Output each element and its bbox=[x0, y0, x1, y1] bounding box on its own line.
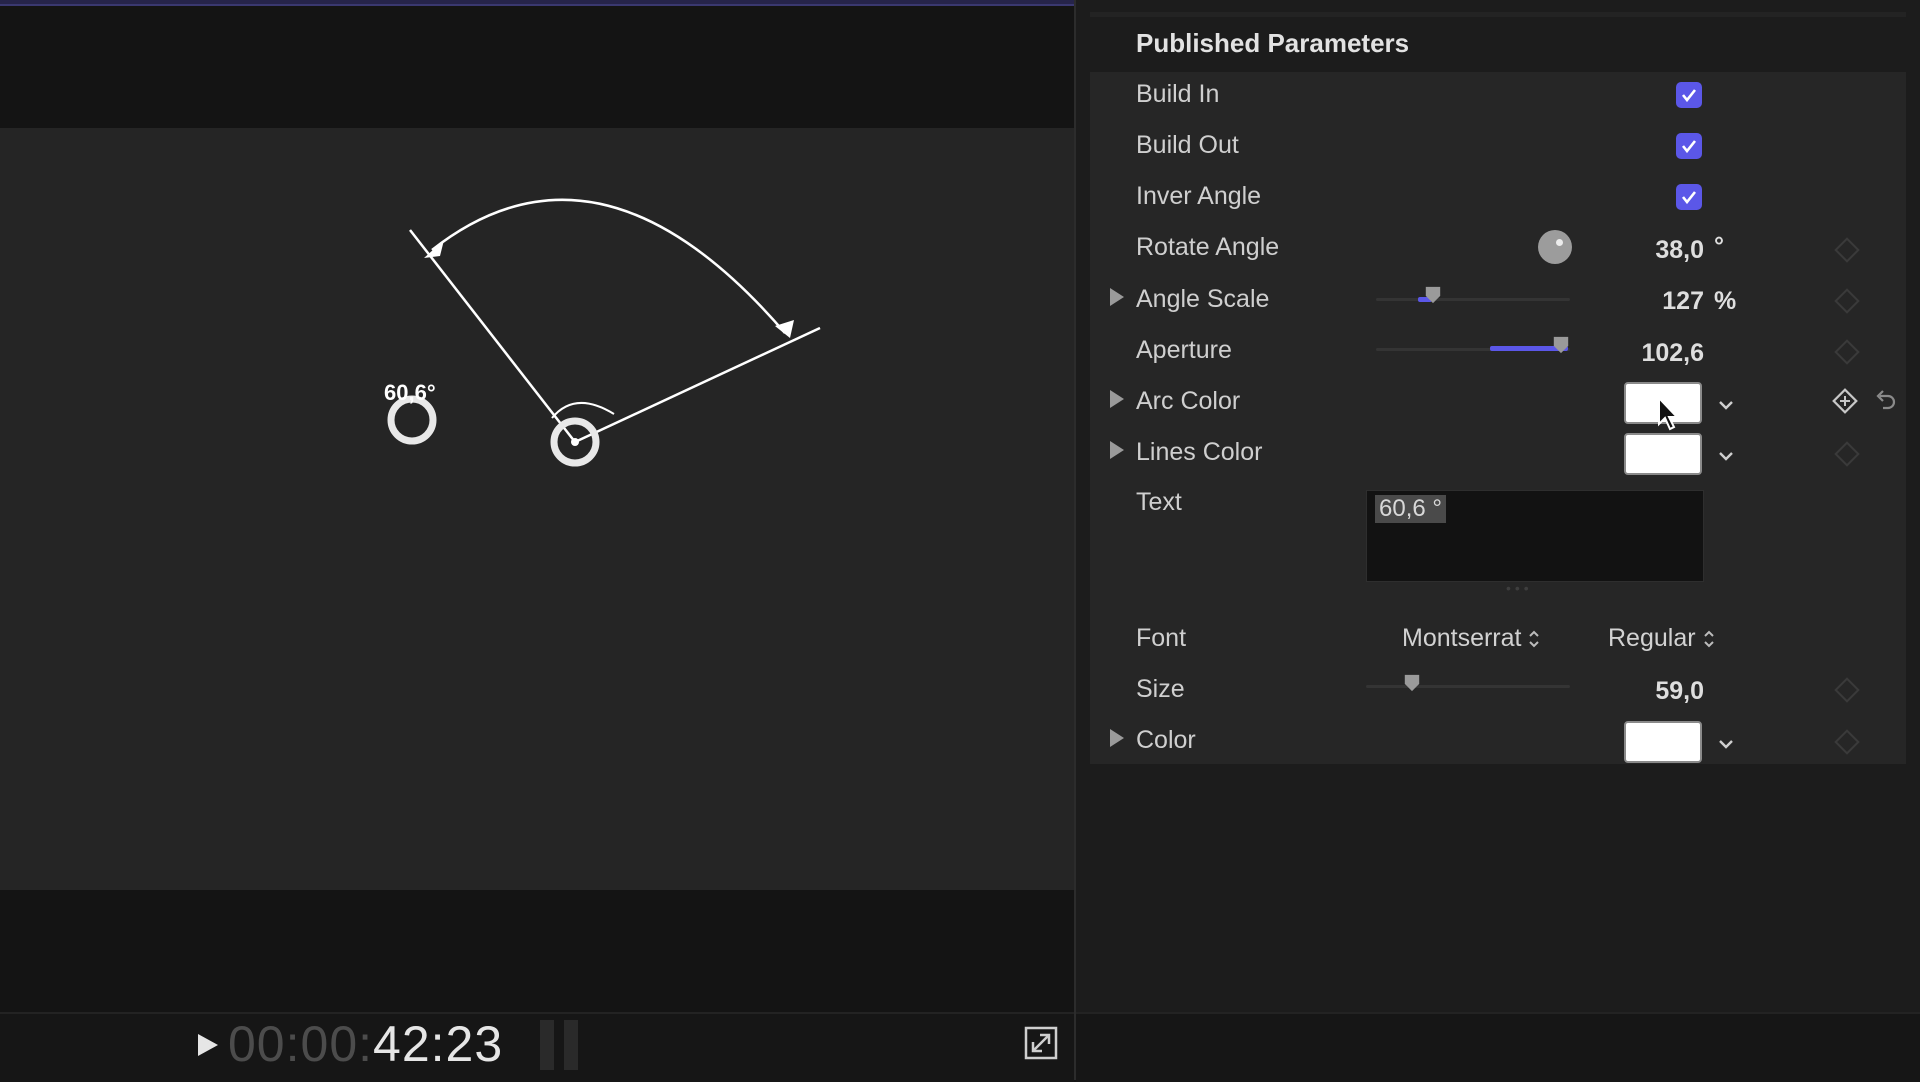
canvas[interactable]: 60,6° bbox=[0, 128, 1074, 890]
aperture-label: Aperture bbox=[1136, 336, 1232, 364]
aperture-slider-thumb[interactable] bbox=[1552, 336, 1570, 354]
size-label: Size bbox=[1136, 675, 1185, 703]
updown-arrows-icon bbox=[1529, 630, 1540, 648]
viewer-panel: 60,6° 00:00:42:23 bbox=[0, 0, 1074, 1082]
angle-scale-label: Angle Scale bbox=[1136, 285, 1270, 313]
text-label: Text bbox=[1136, 488, 1182, 516]
mouse-cursor-icon bbox=[1658, 396, 1680, 431]
font-family-value: Montserrat bbox=[1402, 624, 1522, 652]
size-slider-track[interactable] bbox=[1366, 685, 1570, 688]
color-swatch[interactable] bbox=[1624, 721, 1702, 763]
checkmark-icon bbox=[1681, 140, 1697, 154]
transport-bar bbox=[0, 1012, 1074, 1082]
font-style-value: Regular bbox=[1608, 624, 1696, 652]
build-out-checkbox[interactable] bbox=[1676, 133, 1702, 159]
parameters-box bbox=[1090, 72, 1906, 764]
section-title: Published Parameters bbox=[1136, 28, 1410, 58]
arc-arrowhead-right bbox=[775, 320, 794, 338]
aperture-value[interactable]: 102,6 bbox=[1604, 339, 1704, 368]
color-label: Color bbox=[1136, 726, 1196, 754]
size-value[interactable]: 59,0 bbox=[1604, 677, 1704, 706]
build-out-label: Build Out bbox=[1136, 131, 1239, 159]
timecode-dim: 00:00: bbox=[228, 1016, 374, 1072]
audio-meter bbox=[540, 1020, 586, 1070]
updown-arrows-icon bbox=[1703, 630, 1714, 648]
angle-arc bbox=[431, 198, 786, 334]
rotate-angle-label: Rotate Angle bbox=[1136, 233, 1280, 261]
lines-color-swatch[interactable] bbox=[1624, 433, 1702, 475]
reset-arrow-icon[interactable] bbox=[1872, 388, 1898, 414]
color-disclosure-icon[interactable] bbox=[1110, 729, 1124, 747]
fullscreen-button[interactable] bbox=[1024, 1026, 1058, 1060]
size-slider-thumb[interactable] bbox=[1403, 674, 1421, 692]
viewer-top-bar bbox=[0, 0, 1074, 6]
angle-line-left bbox=[409, 229, 576, 443]
text-field[interactable]: 60,6 ° bbox=[1366, 490, 1704, 582]
rotate-angle-value[interactable]: 38,0 bbox=[1630, 236, 1704, 265]
expand-icon bbox=[1024, 1026, 1058, 1060]
add-keyframe-icon[interactable] bbox=[1832, 388, 1858, 414]
chevron-down-icon[interactable] bbox=[1716, 398, 1736, 412]
text-handle[interactable] bbox=[387, 395, 437, 445]
rotate-angle-dial[interactable] bbox=[1538, 230, 1572, 264]
font-label: Font bbox=[1136, 624, 1187, 652]
angle-line-right bbox=[574, 326, 821, 444]
timecode-display: 00:00:42:23 bbox=[228, 1014, 503, 1074]
font-family-popup[interactable]: Montserrat bbox=[1402, 624, 1541, 653]
font-style-popup[interactable]: Regular bbox=[1608, 624, 1716, 653]
inspector-top-bar bbox=[1090, 12, 1906, 17]
checkmark-icon bbox=[1681, 191, 1697, 205]
arc-color-disclosure-icon[interactable] bbox=[1110, 390, 1124, 408]
timecode-current: 42:23 bbox=[373, 1016, 504, 1072]
lines-color-disclosure-icon[interactable] bbox=[1110, 441, 1124, 459]
angle-scale-unit: % bbox=[1714, 287, 1737, 315]
lines-color-label: Lines Color bbox=[1136, 438, 1263, 466]
angle-scale-value[interactable]: 127 bbox=[1630, 287, 1704, 316]
arc-color-label: Arc Color bbox=[1136, 387, 1241, 415]
inspector-footer bbox=[1076, 1012, 1920, 1082]
play-icon bbox=[198, 1034, 218, 1056]
rotate-angle-unit: ° bbox=[1714, 232, 1724, 260]
canvas-angle-label: 60,6° bbox=[384, 380, 436, 405]
angle-scale-disclosure-icon[interactable] bbox=[1110, 288, 1124, 306]
checkmark-icon bbox=[1681, 89, 1697, 103]
angle-graphic: 60,6° bbox=[384, 198, 821, 467]
chevron-down-icon[interactable] bbox=[1716, 737, 1736, 751]
inver-angle-label: Inver Angle bbox=[1136, 182, 1262, 210]
vertex-arc bbox=[551, 401, 615, 419]
chevron-down-icon[interactable] bbox=[1716, 449, 1736, 463]
angle-scale-slider-thumb[interactable] bbox=[1424, 286, 1442, 304]
build-in-label: Build In bbox=[1136, 80, 1220, 108]
play-button[interactable] bbox=[194, 1030, 220, 1060]
angle-scale-slider-track[interactable] bbox=[1376, 298, 1570, 301]
inver-angle-checkbox[interactable] bbox=[1676, 184, 1702, 210]
resize-grip[interactable]: ••• bbox=[1506, 580, 1533, 596]
text-field-value: 60,6 ° bbox=[1375, 495, 1446, 523]
build-in-checkbox[interactable] bbox=[1676, 82, 1702, 108]
